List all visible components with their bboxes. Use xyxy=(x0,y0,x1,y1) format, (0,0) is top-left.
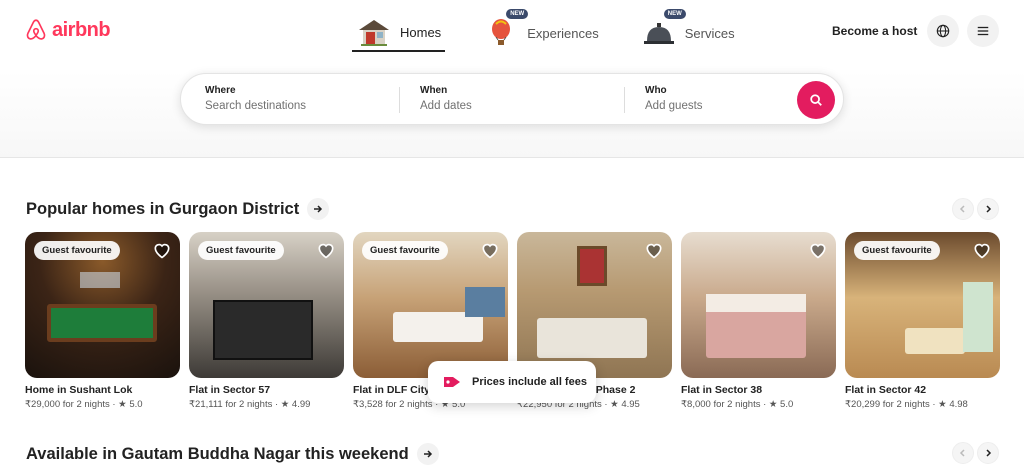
airbnb-logo-icon xyxy=(26,19,46,40)
divider xyxy=(399,87,400,113)
listing-title: Flat in Sector 38 xyxy=(681,384,763,396)
when-input[interactable]: Add dates xyxy=(420,100,472,112)
listing-title: Flat in Sector 42 xyxy=(845,384,927,396)
house-icon xyxy=(359,20,389,46)
listing-photo[interactable]: Guest favourite xyxy=(189,232,344,378)
service-bell-icon xyxy=(643,23,674,44)
listing-photo[interactable]: Guest favourite xyxy=(353,232,508,378)
listing-card[interactable]: Guest favourite Home in Sushant Lok ₹29,… xyxy=(25,232,180,410)
brand-name: airbnb xyxy=(52,18,111,41)
hot-air-balloon-icon xyxy=(492,19,511,45)
nav-label: Experiences xyxy=(527,25,599,41)
search-bar: Where Search destinations When Add dates… xyxy=(180,73,844,125)
who-input[interactable]: Add guests xyxy=(645,100,703,112)
listing-card[interactable]: Guest favourite Flat in Sector 42 ₹20,29… xyxy=(845,232,1000,410)
chevron-left-icon xyxy=(959,205,965,213)
listing-meta: ₹8,000 for 2 nights · ★ 5.0 xyxy=(681,399,794,410)
nav-services[interactable]: NEW Services xyxy=(637,8,739,52)
listing-meta: ₹21,111 for 2 nights · ★ 4.99 xyxy=(189,399,311,410)
price-info-toast[interactable]: Prices include all fees xyxy=(428,361,596,403)
who-field[interactable]: Who Add guests xyxy=(645,85,703,112)
when-label: When xyxy=(420,85,448,96)
listing-photo[interactable] xyxy=(681,232,836,378)
listing-card[interactable]: Flat in Sector 38 ₹8,000 for 2 nights · … xyxy=(681,232,836,410)
divider xyxy=(624,87,625,113)
new-badge: NEW xyxy=(662,8,687,20)
language-button[interactable] xyxy=(927,15,959,47)
scroll-left-button[interactable] xyxy=(952,442,974,464)
main-menu-button[interactable] xyxy=(967,15,999,47)
listing-meta: ₹20,299 for 2 nights · ★ 4.98 xyxy=(845,399,968,410)
new-badge: NEW xyxy=(505,8,530,20)
heart-icon[interactable] xyxy=(808,240,828,260)
heart-icon[interactable] xyxy=(972,240,992,260)
category-nav: Homes NEW Experiences NEW Services xyxy=(352,8,739,54)
guest-favourite-badge: Guest favourite xyxy=(34,241,120,260)
arrow-right-icon[interactable] xyxy=(307,198,330,220)
section-title-text: Popular homes in Gurgaon District xyxy=(26,199,300,218)
chevron-right-icon xyxy=(986,205,992,213)
scroll-left-button[interactable] xyxy=(952,198,974,220)
globe-icon xyxy=(936,24,950,38)
nav-homes[interactable]: Homes xyxy=(352,14,446,52)
price-tag-icon xyxy=(444,377,460,387)
listing-photo[interactable]: Guest favourite xyxy=(845,232,1000,378)
guest-favourite-badge: Guest favourite xyxy=(362,241,448,260)
heart-icon[interactable] xyxy=(152,240,172,260)
guest-favourite-badge: Guest favourite xyxy=(854,241,940,260)
heart-icon[interactable] xyxy=(316,240,336,260)
section-title-text: Available in Gautam Buddha Nagar this we… xyxy=(26,444,409,463)
listing-title: Flat in Sector 57 xyxy=(189,384,271,396)
header: airbnb Homes NEW Experiences NEW Service… xyxy=(0,0,1024,158)
heart-icon[interactable] xyxy=(644,240,664,260)
who-label: Who xyxy=(645,85,667,96)
when-field[interactable]: When Add dates xyxy=(420,85,472,112)
scroll-right-button[interactable] xyxy=(977,198,999,220)
chevron-right-icon xyxy=(986,449,992,457)
become-host-link[interactable]: Become a host xyxy=(832,24,917,38)
nav-label: Services xyxy=(684,25,735,41)
listing-photo[interactable]: Guest favourite xyxy=(25,232,180,378)
where-input[interactable]: Search destinations xyxy=(205,100,306,112)
listing-meta: ₹29,000 for 2 nights · ★ 5.0 xyxy=(25,399,143,410)
guest-favourite-badge: Guest favourite xyxy=(198,241,284,260)
where-field[interactable]: Where Search destinations xyxy=(205,85,306,112)
search-button[interactable] xyxy=(797,81,835,119)
menu-icon xyxy=(977,26,989,36)
where-label: Where xyxy=(205,85,236,96)
toast-text: Prices include all fees xyxy=(472,376,587,388)
airbnb-logo[interactable]: airbnb xyxy=(24,18,111,42)
arrow-right-icon[interactable] xyxy=(416,443,439,465)
listing-photo[interactable] xyxy=(517,232,672,378)
chevron-left-icon xyxy=(959,449,965,457)
scroll-right-button[interactable] xyxy=(977,442,999,464)
listing-title: Home in Sushant Lok xyxy=(25,384,133,396)
nav-experiences[interactable]: NEW Experiences xyxy=(479,8,603,52)
heart-icon[interactable] xyxy=(480,240,500,260)
listing-card[interactable]: Guest favourite Flat in Sector 57 ₹21,11… xyxy=(189,232,344,410)
section-title[interactable]: Available in Gautam Buddha Nagar this we… xyxy=(26,443,439,465)
section-title[interactable]: Popular homes in Gurgaon District xyxy=(26,198,330,220)
search-icon xyxy=(810,94,822,106)
nav-label: Homes xyxy=(400,24,442,40)
